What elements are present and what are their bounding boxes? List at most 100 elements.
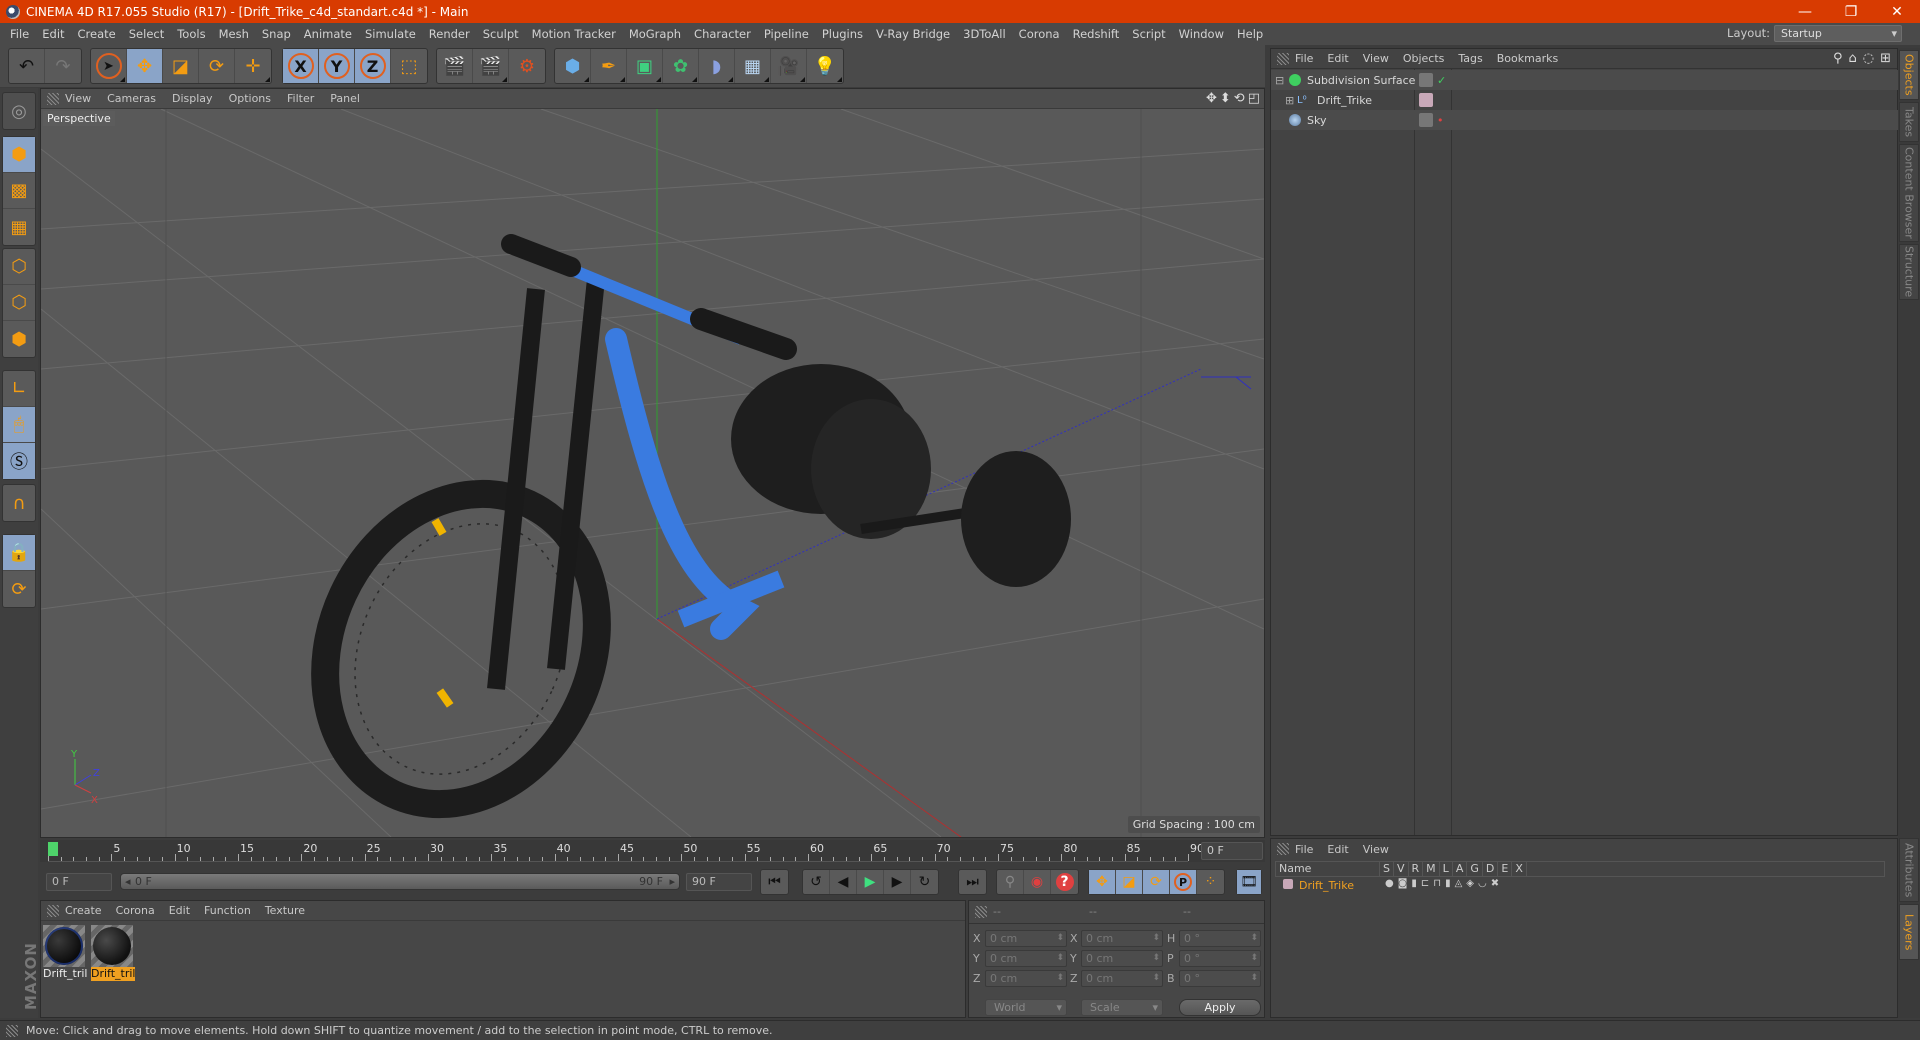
tweak-mode-button[interactable]: 🖱 [3,407,35,443]
menu-render[interactable]: Render [429,27,470,41]
viewport-perspective[interactable]: View Cameras Display Options Filter Pane… [40,88,1265,838]
menu-simulate[interactable]: Simulate [365,27,416,41]
rot-h-field[interactable]: 0 ° [1179,930,1261,947]
menu-file[interactable]: File [10,27,29,41]
size-z-field[interactable]: 0 cm [1081,970,1163,987]
y-axis-button[interactable]: Y [319,49,355,83]
key-position-button[interactable]: ✥ [1089,870,1116,894]
edges-mode-button[interactable]: ⬡ [3,285,35,321]
col-manager[interactable]: M [1423,862,1440,876]
floor-button[interactable]: ▦ [735,49,771,83]
start-frame-field[interactable]: 0 F [46,873,112,891]
timeline-ruler[interactable]: 051015202530354045505560657075808590 [48,840,1204,862]
menu-vray-bridge[interactable]: V-Ray Bridge [876,27,950,41]
material-menu-texture[interactable]: Texture [265,904,305,917]
objects-menu-view[interactable]: View [1363,52,1389,65]
display-tag-icon[interactable] [1419,113,1433,127]
layer-flag-icons[interactable]: ●◙▮⊏⊓▮◬◈◡✖ [1385,878,1503,889]
frame-range-slider[interactable]: ◂ 0 F 90 F ▸ [120,873,680,890]
autokeying-button[interactable]: ? [1051,870,1078,894]
layout-select[interactable]: Startup [1774,25,1902,42]
play-button[interactable]: ▶ [857,870,884,894]
object-row[interactable]: ⊟ Subdivision Surface ✓ [1271,70,1898,90]
col-solo[interactable]: S [1380,862,1394,876]
size-x-field[interactable]: 0 cm [1081,930,1163,947]
orbit-icon[interactable]: ⟲ [1234,91,1245,106]
pos-z-field[interactable]: 0 cm [985,970,1067,987]
key-parameter-button[interactable]: P [1170,870,1197,894]
col-render[interactable]: R [1409,862,1424,876]
rotate-tool-button[interactable]: ⟳ [199,49,235,83]
z-axis-button[interactable]: Z [355,49,391,83]
deformer-button[interactable]: ◗ [699,49,735,83]
menu-motion-tracker[interactable]: Motion Tracker [532,27,616,41]
key-point-level-button[interactable]: ⁘ [1197,870,1224,894]
menu-help[interactable]: Help [1237,27,1263,41]
menu-snap[interactable]: Snap [262,27,291,41]
render-view-button[interactable]: 🎬 [437,49,473,83]
cube-button[interactable]: ⬢ [555,49,591,83]
timeline[interactable]: 051015202530354045505560657075808590 0 F [40,840,1265,862]
menu-corona[interactable]: Corona [1019,27,1060,41]
timeline-window-button[interactable]: 🎞 [1237,870,1261,894]
close-button[interactable]: ✕ [1874,0,1920,23]
layers-menu-edit[interactable]: Edit [1327,843,1348,856]
viewport-menu-view[interactable]: View [65,92,91,105]
home-icon[interactable]: ⌂ [1848,51,1856,66]
axis-mode-button[interactable]: ∟ [3,371,35,407]
menu-edit[interactable]: Edit [42,27,64,41]
layer-color-tag[interactable] [1419,93,1433,107]
solo-mode-button[interactable]: Ⓢ [3,443,35,479]
pos-y-field[interactable]: 0 cm [985,950,1067,967]
menu-select[interactable]: Select [129,27,164,41]
restore-button[interactable]: ❐ [1828,0,1874,23]
col-name[interactable]: Name [1276,862,1380,876]
layers-menu-file[interactable]: File [1295,843,1313,856]
rot-b-field[interactable]: 0 ° [1179,970,1261,987]
menu-mograph[interactable]: MoGraph [629,27,681,41]
key-rotation-button[interactable]: ⟳ [1143,870,1170,894]
redo-button[interactable]: ↷ [45,49,81,83]
points-mode-button[interactable]: ⬡ [3,249,35,285]
key-scale-button[interactable]: ◪ [1116,870,1143,894]
new-window-icon[interactable]: ⊞ [1880,51,1891,66]
camera-button[interactable]: 🎥 [771,49,807,83]
col-deformers[interactable]: D [1483,862,1499,876]
tab-attributes[interactable]: Attributes [1899,838,1919,902]
model-mode-button[interactable]: ⬢ [3,137,35,173]
menu-script[interactable]: Script [1132,27,1165,41]
menu-redshift[interactable]: Redshift [1073,27,1120,41]
record-button[interactable]: ◉ [1024,870,1051,894]
menu-pipeline[interactable]: Pipeline [764,27,809,41]
material-menu-function[interactable]: Function [204,904,251,917]
x-axis-button[interactable]: X [283,49,319,83]
viewport-menu-filter[interactable]: Filter [287,92,314,105]
col-animation[interactable]: A [1453,862,1468,876]
enabled-check-icon[interactable]: ✓ [1437,74,1446,87]
collapse-icon[interactable]: ⊟ [1275,74,1284,87]
menu-plugins[interactable]: Plugins [822,27,863,41]
col-xref[interactable]: X [1512,862,1527,876]
objects-menu-file[interactable]: File [1295,52,1313,65]
scale-tool-button[interactable]: ◪ [163,49,199,83]
objects-menu-edit[interactable]: Edit [1327,52,1348,65]
coordinate-mode-dropdown[interactable]: World [985,999,1067,1016]
workplane-align-button[interactable]: ⟳ [3,571,35,607]
material-menu-create[interactable]: Create [65,904,102,917]
menu-window[interactable]: Window [1179,27,1224,41]
pos-x-field[interactable]: 0 cm [985,930,1067,947]
menu-mesh[interactable]: Mesh [219,27,249,41]
menu-tools[interactable]: Tools [177,27,205,41]
size-mode-dropdown[interactable]: Scale [1081,999,1163,1016]
playhead[interactable] [48,842,58,856]
object-row[interactable]: Sky • [1271,110,1898,130]
tab-content-browser[interactable]: Content Browser [1899,144,1919,242]
range-right-arrow-icon[interactable]: ▸ [669,874,675,889]
previous-key-button[interactable]: ↺ [803,870,830,894]
expand-icon[interactable]: ⊞ [1285,94,1294,107]
rot-p-field[interactable]: 0 ° [1179,950,1261,967]
material-menu-edit[interactable]: Edit [169,904,190,917]
workplane-mode-button[interactable]: ▦ [3,209,35,245]
cloner-button[interactable]: ✿ [663,49,699,83]
menu-animate[interactable]: Animate [304,27,352,41]
